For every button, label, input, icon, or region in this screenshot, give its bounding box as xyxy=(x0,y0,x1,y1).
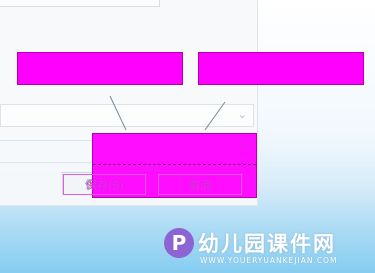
dropdown-select[interactable]: ⌄ xyxy=(0,104,254,127)
save-button-ghost: 保存(S) xyxy=(63,174,146,195)
chevron-down-icon: ⌄ xyxy=(240,136,250,149)
watermark-url: WWW.YOUERYUANKEJIAN.COM xyxy=(200,256,338,265)
highlight-box-bottom: ⌄ 保存(S) 取消 xyxy=(63,133,257,198)
top-text-field[interactable] xyxy=(0,0,160,7)
watermark: P 幼儿园课件网 WWW.YOUERYUANKEJIAN.COM xyxy=(160,226,370,270)
highlight-box-left xyxy=(17,52,183,85)
dashed-divider xyxy=(93,164,256,165)
highlight-box-right xyxy=(198,52,364,85)
watermark-logo: P xyxy=(164,228,194,258)
cancel-button-ghost: 取消 xyxy=(158,174,242,195)
chevron-down-icon[interactable]: ⌄ xyxy=(238,108,247,121)
watermark-title: 幼儿园课件网 xyxy=(198,232,336,256)
